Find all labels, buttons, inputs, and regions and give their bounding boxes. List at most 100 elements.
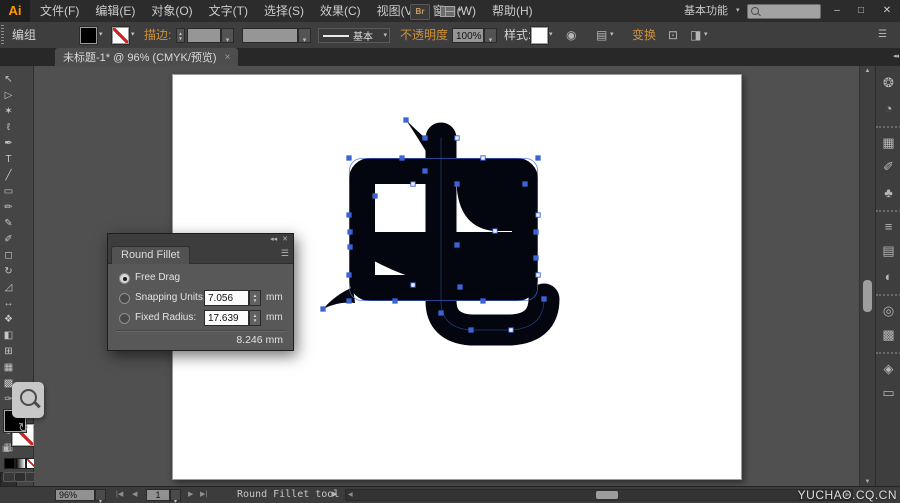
default-fill-stroke-icon[interactable]: ▣ xyxy=(2,444,10,453)
dock-panel-graphic-styles[interactable]: ▩ xyxy=(876,322,900,348)
dock-panel-swatches[interactable]: ▦ xyxy=(876,126,900,154)
stroke-weight-input[interactable] xyxy=(187,28,221,43)
snapping-units-stepper[interactable] xyxy=(249,290,261,306)
panel-menu-icon[interactable]: ☰ xyxy=(281,248,289,259)
fixed-radius-stepper[interactable] xyxy=(249,310,261,326)
tool-lasso[interactable]: ℓ xyxy=(0,120,17,136)
close-button[interactable]: ✕ xyxy=(874,0,900,22)
tool-line-segment[interactable]: ╱ xyxy=(0,168,17,184)
style-swatch[interactable] xyxy=(531,27,548,44)
chevron-down-icon[interactable]: ▾ xyxy=(736,0,740,22)
snapping-units-radio[interactable] xyxy=(119,293,130,304)
menu-item-effect[interactable]: 效果(C) xyxy=(312,0,369,22)
arrange-documents-icon[interactable] xyxy=(440,6,455,17)
stroke-weight-dropdown[interactable]: ▾ xyxy=(221,28,234,44)
opacity-dropdown[interactable]: ▾ xyxy=(484,28,497,44)
vertical-scrollbar[interactable]: ▲ ▼ xyxy=(859,66,875,487)
chevron-down-icon[interactable]: ▾ xyxy=(458,0,462,22)
dock-panel-artboards[interactable]: ▭ xyxy=(876,380,900,406)
vertical-scroll-thumb[interactable] xyxy=(863,280,872,312)
panel-collapse-icon[interactable]: ◂◂ xyxy=(270,234,277,245)
fixed-radius-radio[interactable] xyxy=(119,313,130,324)
workspace-switcher[interactable]: 基本功能 xyxy=(684,0,728,22)
horizontal-scroll-thumb[interactable] xyxy=(596,491,618,499)
stroke-weight-stepper[interactable] xyxy=(176,28,185,43)
menu-item-select[interactable]: 选择(S) xyxy=(256,0,312,22)
panel-menu-icon[interactable]: ☰ xyxy=(878,22,887,48)
prev-artboard-icon[interactable]: ◀ xyxy=(132,487,137,503)
dock-panel-color[interactable]: ❂ xyxy=(876,70,900,96)
tool-pencil[interactable]: ✎ xyxy=(0,216,17,232)
dock-panel-transparency[interactable]: ◐ xyxy=(876,264,900,290)
tool-width[interactable]: ↔ xyxy=(0,296,17,312)
tool-free-transform[interactable]: ❖ xyxy=(0,312,17,328)
transform-label[interactable]: 变换 xyxy=(632,22,656,48)
tool-scale[interactable]: ◿ xyxy=(0,280,17,296)
tool-paintbrush[interactable]: ✏ xyxy=(0,200,17,216)
variable-width-profile[interactable]: 基本 ▾ xyxy=(318,28,390,43)
opacity-input[interactable]: 100% xyxy=(452,28,484,43)
dock-panel-appearance[interactable]: ◎ xyxy=(876,294,900,322)
tab-close-icon[interactable]: × xyxy=(225,52,231,63)
scroll-up-icon[interactable]: ▲ xyxy=(860,68,875,74)
document-setup-icon[interactable]: ▤ xyxy=(596,22,607,48)
gradient-button[interactable] xyxy=(15,458,26,469)
chevron-down-icon[interactable]: ▾ xyxy=(131,24,135,46)
horizontal-scrollbar[interactable]: ◀ ▶ xyxy=(345,489,853,501)
zoom-level-dropdown[interactable]: ▾ xyxy=(95,489,106,503)
tool-selection[interactable]: ↖ xyxy=(0,72,17,88)
stroke-label[interactable]: 描边: xyxy=(144,22,171,48)
dock-collapse-icon[interactable]: ◂◂ xyxy=(893,48,899,66)
search-input[interactable] xyxy=(747,4,821,19)
fixed-radius-input[interactable] xyxy=(204,310,249,326)
artboard-dropdown[interactable]: ▾ xyxy=(170,489,181,503)
free-drag-radio[interactable] xyxy=(119,273,130,284)
canvas[interactable]: ✕ ◂◂ Round Fillet ☰ Free Drag Snapping U… xyxy=(34,66,859,487)
tool-mesh[interactable]: ▦ xyxy=(0,360,17,376)
menu-item-edit[interactable]: 编辑(E) xyxy=(87,0,143,22)
tool-pen[interactable]: ✒ xyxy=(0,136,17,152)
tool-shape-builder[interactable]: ◧ xyxy=(0,328,17,344)
tool-magic-wand[interactable]: ✶ xyxy=(0,104,17,120)
status-expand-icon[interactable]: ▶ xyxy=(332,487,337,503)
panel-title-strip[interactable]: ✕ ◂◂ xyxy=(108,234,293,245)
tool-direct-selection[interactable]: ▷ xyxy=(0,88,17,104)
bridge-button[interactable]: Br xyxy=(410,4,430,20)
maximize-button[interactable]: □ xyxy=(850,0,872,22)
tool-blob-brush[interactable]: ✐ xyxy=(0,232,17,248)
snapping-units-input[interactable] xyxy=(204,290,249,306)
opacity-label[interactable]: 不透明度 xyxy=(400,22,448,48)
tool-perspective-grid[interactable]: ⊞ xyxy=(0,344,17,360)
menu-item-file[interactable]: 文件(F) xyxy=(32,0,87,22)
scroll-left-icon[interactable]: ◀ xyxy=(348,490,353,500)
drag-grip[interactable] xyxy=(1,25,4,45)
zoom-level-input[interactable]: 96% xyxy=(55,489,95,501)
panel-close-icon[interactable]: ✕ xyxy=(282,234,288,245)
dock-panel-gradient[interactable]: ▤ xyxy=(876,238,900,264)
artboard-number-input[interactable]: 1 xyxy=(146,489,170,501)
dock-panel-stroke[interactable]: ≡ xyxy=(876,210,900,238)
dock-panel-symbols[interactable]: ♣ xyxy=(876,180,900,206)
shape-modes-icon[interactable]: ◨ xyxy=(690,22,701,48)
brush-definition-input[interactable] xyxy=(242,28,298,43)
stroke-color-swatch[interactable] xyxy=(112,27,129,44)
tool-type[interactable]: T xyxy=(0,152,17,168)
dock-panel-layers[interactable]: ◈ xyxy=(876,352,900,380)
recolor-artwork-icon[interactable]: ◉ xyxy=(566,22,576,48)
chevron-down-icon[interactable]: ▾ xyxy=(704,24,708,46)
minimize-button[interactable]: – xyxy=(826,0,848,22)
scroll-down-icon[interactable]: ▼ xyxy=(860,479,875,485)
panel-tab-title[interactable]: Round Fillet xyxy=(111,246,190,264)
chevron-down-icon[interactable]: ▾ xyxy=(99,24,103,46)
color-button[interactable] xyxy=(4,458,15,469)
next-artboard-icon[interactable]: ▶ xyxy=(188,487,193,503)
fill-color-swatch[interactable] xyxy=(80,27,97,44)
menu-item-type[interactable]: 文字(T) xyxy=(201,0,256,22)
tool-rotate[interactable]: ↻ xyxy=(0,264,17,280)
chevron-down-icon[interactable]: ▾ xyxy=(549,24,553,46)
first-artboard-icon[interactable]: |◀ xyxy=(116,487,123,503)
dock-panel-brushes[interactable]: ✐ xyxy=(876,154,900,180)
tool-eraser[interactable]: ◻ xyxy=(0,248,17,264)
menu-item-help[interactable]: 帮助(H) xyxy=(484,0,541,22)
tool-rectangle[interactable]: ▭ xyxy=(0,184,17,200)
